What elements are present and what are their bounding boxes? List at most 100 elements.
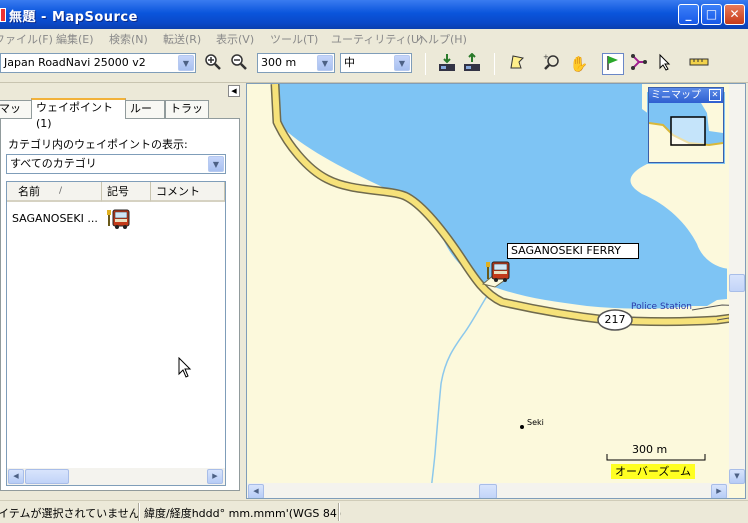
map-product-value: Japan RoadNavi 25000 v2: [4, 56, 146, 69]
close-button[interactable]: ✕: [724, 4, 745, 25]
zoom-scale-select[interactable]: 300 m ▼: [257, 53, 335, 73]
minimap-canvas: [649, 103, 723, 162]
tab-maps[interactable]: マップ: [0, 100, 32, 131]
menu-view[interactable]: 表示(V): [216, 31, 254, 47]
left-panel: ◀ マップ ウェイポイント(1) ルート トラック カテゴリ内のウェイポイントの…: [0, 83, 245, 496]
column-header-name[interactable]: 名前 /: [7, 182, 102, 202]
column-header-symbol[interactable]: 記号: [102, 182, 151, 202]
zoom-out-button[interactable]: [228, 53, 250, 75]
table-row[interactable]: SAGANOSEKI ...: [7, 208, 225, 230]
arrow-cursor-icon: [659, 53, 671, 71]
scroll-down-button[interactable]: ▼: [729, 469, 745, 484]
pan-tool-button[interactable]: ✋: [568, 53, 590, 75]
waypoints-tab-page: カテゴリ内のウェイポイントの表示: すべてのカテゴリ ▼ 名前 / 記号 コメン…: [0, 118, 240, 491]
tab-routes[interactable]: ルート: [125, 100, 165, 131]
zoom-out-icon: [231, 54, 247, 70]
window-title: 無題 - MapSource: [9, 10, 138, 25]
scroll-left-button[interactable]: ◀: [248, 484, 264, 498]
scrollbar-thumb[interactable]: [479, 484, 497, 498]
menu-file[interactable]: ファイル(F): [0, 31, 53, 47]
category-value: すべてのカテゴリ: [10, 157, 97, 170]
coordinate-format: 緯度/経度hddd° mm.mmm'(WGS 84): [144, 507, 342, 520]
scroll-right-button[interactable]: ▶: [207, 469, 223, 484]
menu-help[interactable]: ヘルプ(H): [417, 31, 467, 47]
toolbar-separator: [425, 53, 426, 75]
mouse-cursor-icon: [178, 356, 192, 382]
road-shield-number: 217: [604, 313, 626, 326]
route-tool-button[interactable]: [628, 53, 650, 75]
zoom-in-icon: [205, 54, 221, 70]
chevron-down-icon[interactable]: ▼: [208, 156, 224, 172]
place-label: Seki: [527, 418, 544, 427]
minimize-button[interactable]: _: [678, 4, 699, 25]
menu-utilities[interactable]: ユーティリティ(U): [331, 31, 423, 47]
scrollbar-thumb[interactable]: [25, 469, 69, 484]
menu-bar: ファイル(F) 編集(E) 検索(N) 転送(R) 表示(V) ツール(T) ユ…: [0, 29, 748, 47]
scroll-left-button[interactable]: ◀: [8, 469, 24, 484]
chevron-down-icon[interactable]: ▼: [394, 55, 410, 71]
vertical-scrollbar[interactable]: ▼: [729, 84, 745, 484]
category-filter-label: カテゴリ内のウェイポイントの表示:: [8, 138, 188, 151]
scale-label: 300 m: [632, 443, 668, 456]
send-device-icon: [464, 52, 480, 71]
hand-icon: ✋: [569, 55, 589, 73]
maximize-button[interactable]: □: [701, 4, 722, 25]
app-icon[interactable]: [0, 8, 6, 22]
flag-icon: [607, 56, 618, 70]
chevron-down-icon[interactable]: ▼: [178, 55, 194, 71]
selection-tool-button[interactable]: [654, 53, 676, 75]
svg-text:+: +: [543, 53, 549, 61]
poi-label: Police Station: [631, 302, 692, 312]
map-product-select[interactable]: Japan RoadNavi 25000 v2 ▼: [0, 53, 196, 73]
menu-transfer[interactable]: 転送(R): [163, 31, 201, 47]
bus-icon[interactable]: [486, 260, 512, 284]
zoom-tool-icon: +: [543, 53, 559, 70]
column-header-label: 記号: [107, 185, 129, 198]
bus-icon: [107, 209, 130, 229]
toolbar: Japan RoadNavi 25000 v2 ▼ 300 m ▼ 中 ▼ + …: [0, 47, 748, 83]
waypoint-tool-button[interactable]: [602, 53, 624, 75]
chevron-down-icon[interactable]: ▼: [317, 55, 333, 71]
route-icon: [631, 54, 647, 70]
collapse-panel-button[interactable]: ◀: [228, 85, 240, 97]
minimap-viewport: [670, 116, 706, 146]
status-divider: [138, 503, 140, 521]
selection-status: イテムが選択されていません: [0, 507, 140, 520]
send-to-device-button[interactable]: [461, 52, 483, 75]
toolbar-separator: [494, 53, 495, 75]
minimap[interactable]: ミニマップ ✕: [648, 87, 724, 163]
title-bar: 無題 - MapSource _ □ ✕: [0, 0, 748, 29]
overzoom-label: オーバーズーム: [611, 464, 696, 479]
waypoint-list: 名前 / 記号 コメント SAGANOSEKI ... ◀ ▶: [6, 181, 226, 486]
ruler-icon: [689, 58, 709, 66]
category-select[interactable]: すべてのカテゴリ ▼: [6, 154, 226, 174]
zoom-tool-button[interactable]: +: [541, 53, 563, 75]
distance-tool-button[interactable]: [688, 53, 710, 75]
column-header-comment[interactable]: コメント: [151, 182, 225, 202]
map-view[interactable]: SAGANOSEKI FERRY 217 Police Station Seki…: [246, 83, 746, 499]
detail-level-value: 中: [344, 56, 355, 69]
map-item-icon: [510, 55, 525, 69]
detail-level-select[interactable]: 中 ▼: [340, 53, 412, 73]
menu-find[interactable]: 検索(N): [109, 31, 148, 47]
waypoint-name: SAGANOSEKI ...: [12, 212, 98, 225]
zoom-in-button[interactable]: [202, 53, 224, 75]
column-header-label: 名前: [18, 185, 40, 198]
horizontal-scrollbar[interactable]: ◀ ▶: [7, 468, 225, 485]
zoom-scale-value: 300 m: [261, 56, 297, 69]
scrollbar-thumb[interactable]: [729, 274, 745, 292]
column-header-label: コメント: [156, 185, 200, 198]
scroll-right-button[interactable]: ▶: [711, 484, 727, 498]
menu-edit[interactable]: 編集(E): [56, 31, 94, 47]
horizontal-scrollbar[interactable]: ◀ ▶: [247, 483, 729, 498]
tab-waypoints[interactable]: ウェイポイント(1): [31, 98, 126, 130]
tab-tracks[interactable]: トラック: [165, 100, 209, 131]
status-bar: イテムが選択されていません 緯度/経度hddd° mm.mmm'(WGS 84): [0, 500, 748, 523]
minimap-close-icon[interactable]: ✕: [709, 89, 721, 101]
sort-indicator-icon: /: [59, 186, 63, 196]
status-divider: [338, 503, 340, 521]
receive-from-device-button[interactable]: [436, 53, 458, 75]
map-item-tool-button[interactable]: [506, 53, 528, 75]
waypoint-label[interactable]: SAGANOSEKI FERRY: [507, 243, 639, 259]
menu-tools[interactable]: ツール(T): [270, 31, 318, 47]
